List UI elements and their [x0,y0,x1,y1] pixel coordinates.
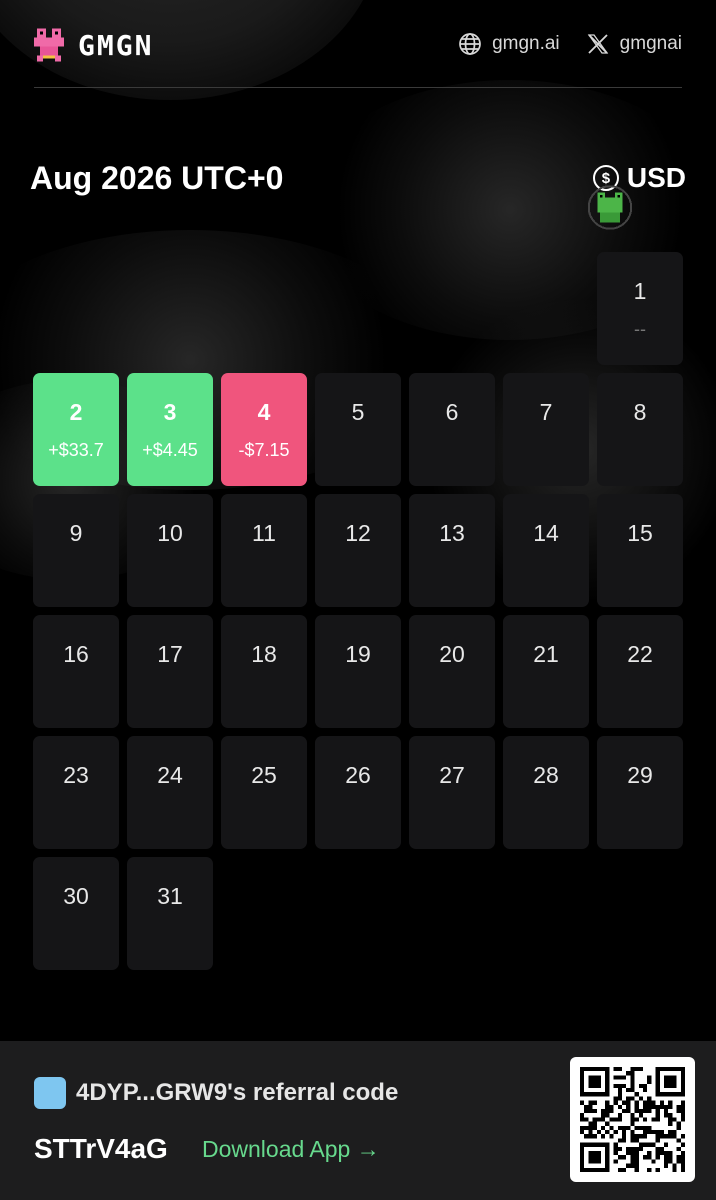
referral-line: 4DYP...GRW9's referral code [34,1077,398,1109]
calendar-day-27[interactable]: 27 [409,736,495,849]
calendar-day-31[interactable]: 31 [127,857,213,970]
day-number: 6 [445,399,459,425]
header-links: gmgn.ai gmgnai [458,32,682,56]
day-number: 2 [69,399,83,425]
brand-name: GMGN [78,28,154,62]
calendar-day-6[interactable]: 6 [409,373,495,486]
download-app-link[interactable]: Download App → [202,1136,380,1163]
day-number: 19 [345,641,371,667]
calendar-day-30[interactable]: 30 [33,857,119,970]
calendar-day-2[interactable]: 2 +$33.7 [33,373,119,486]
calendar-day-18[interactable]: 18 [221,615,307,728]
day-number: 4 [257,399,271,425]
calendar-day-10[interactable]: 10 [127,494,213,607]
website-label: gmgn.ai [492,33,560,54]
calendar-day-13[interactable]: 13 [409,494,495,607]
calendar-day-7[interactable]: 7 [503,373,589,486]
avatar [34,1077,66,1109]
calendar-day-24[interactable]: 24 [127,736,213,849]
astronaut-frog-icon [587,185,633,230]
day-number: 24 [157,762,183,788]
day-number: 1 [633,278,647,304]
calendar-day-21[interactable]: 21 [503,615,589,728]
calendar-day-20[interactable]: 20 [409,615,495,728]
calendar-day-9[interactable]: 9 [33,494,119,607]
qr-code[interactable] [570,1057,695,1182]
day-number: 29 [627,762,653,788]
day-number: 14 [533,520,559,546]
logo[interactable]: GMGN [34,28,153,62]
day-pnl: -$7.15 [238,440,290,460]
calendar-title: Aug 2026 UTC+0 [30,160,284,196]
referral-footer: 4DYP...GRW9's referral code STTrV4aG Dow… [0,1041,716,1200]
referral-code[interactable]: STTrV4aG [34,1133,168,1165]
calendar-day-26[interactable]: 26 [315,736,401,849]
day-number: 31 [157,883,183,909]
day-number: 26 [345,762,371,788]
calendar-day-25[interactable]: 25 [221,736,307,849]
day-number: 30 [63,883,89,909]
calendar-day-3[interactable]: 3 +$4.45 [127,373,213,486]
calendar-day-5[interactable]: 5 [315,373,401,486]
day-pnl: +$33.7 [48,440,104,460]
x-logo-icon [587,34,608,54]
twitter-label: gmgnai [619,33,682,54]
day-number: 22 [627,641,653,667]
calendar-day-16[interactable]: 16 [33,615,119,728]
day-number: 21 [533,641,559,667]
day-number: 5 [351,399,365,425]
calendar-day-14[interactable]: 14 [503,494,589,607]
day-number: 9 [69,520,83,546]
calendar-day-28[interactable]: 28 [503,736,589,849]
day-number: 11 [252,520,276,546]
calendar-day-29[interactable]: 29 [597,736,683,849]
calendar-day-4[interactable]: 4 -$7.15 [221,373,307,486]
day-number: 8 [633,399,647,425]
calendar-day-15[interactable]: 15 [597,494,683,607]
twitter-link[interactable]: gmgnai [586,32,682,56]
referral-label: 4DYP...GRW9's referral code [76,1079,399,1106]
day-number: 12 [345,520,371,546]
calendar-day-17[interactable]: 17 [127,615,213,728]
day-pnl: -- [634,319,646,339]
website-link[interactable]: gmgn.ai [458,32,560,56]
calendar-day-23[interactable]: 23 [33,736,119,849]
day-number: 16 [63,641,89,667]
currency-label: USD [626,162,686,193]
day-number: 28 [533,762,559,788]
day-number: 13 [439,520,465,546]
day-pnl: +$4.45 [142,440,198,460]
calendar-day-8[interactable]: 8 [597,373,683,486]
day-number: 7 [539,399,553,425]
qr-code-image [580,1067,685,1172]
day-number: 25 [251,762,277,788]
day-number: 3 [163,399,177,425]
day-number: 23 [63,762,89,788]
day-number: 18 [251,641,277,667]
calendar-day-12[interactable]: 12 [315,494,401,607]
calendar-day-19[interactable]: 19 [315,615,401,728]
day-number: 27 [439,762,465,788]
day-number: 20 [439,641,465,667]
day-number: 10 [157,520,183,546]
calendar-day-11[interactable]: 11 [221,494,307,607]
day-number: 15 [627,520,653,546]
frog-logo-icon [34,28,64,62]
calendar-day-22[interactable]: 22 [597,615,683,728]
calendar-day-1[interactable]: 1 -- [597,252,683,365]
globe-icon [459,33,481,55]
day-number: 17 [157,641,183,667]
header: GMGN gmgn.ai gmgnai [34,22,682,88]
